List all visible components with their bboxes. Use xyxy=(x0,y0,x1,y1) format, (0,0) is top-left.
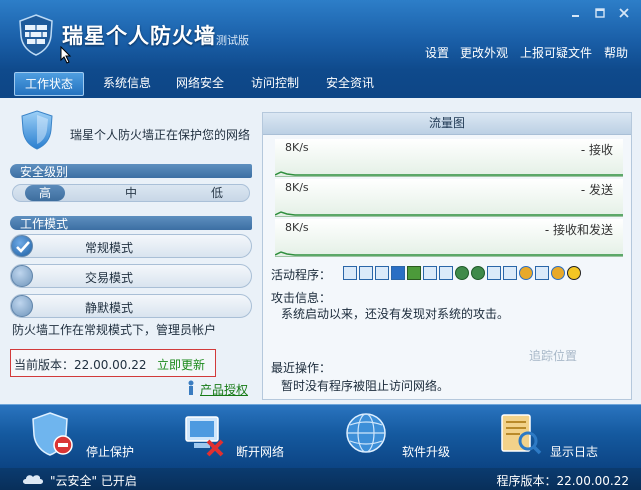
app-title: 瑞星个人防火墙 xyxy=(62,24,216,48)
minimize-icon[interactable] xyxy=(569,6,583,20)
brick-shield-logo-icon xyxy=(19,14,53,56)
receive-traffic-line xyxy=(275,171,623,176)
header: 瑞星个人防火墙 测试版 设置 更改外观 上报可疑文件 帮助 工作状态 系统信息 … xyxy=(0,0,641,100)
send-traffic-line xyxy=(275,211,623,216)
graph-both: 8K/s - 接收和发送 xyxy=(275,219,623,257)
window-icon[interactable] xyxy=(439,266,453,280)
cloud-icon xyxy=(23,475,43,484)
globe-upgrade-icon xyxy=(346,413,386,453)
graph-receive-label: - 接收 xyxy=(580,143,613,157)
license-icon xyxy=(188,380,194,395)
app-subtitle: 测试版 xyxy=(216,34,249,47)
trace-location-link[interactable]: 追踪位置 xyxy=(529,347,577,364)
protection-shield-icon xyxy=(21,110,53,150)
bottom-toolbar: 停止保护 断开网络 软件升级 显示日志 xyxy=(0,404,641,468)
mode-normal-label: 常规模式 xyxy=(85,241,134,255)
ie-icon[interactable] xyxy=(519,266,533,280)
globe-icon[interactable] xyxy=(471,266,485,280)
menu-settings[interactable]: 设置 xyxy=(425,44,449,61)
show-log-label: 显示日志 xyxy=(550,445,599,459)
stop-protection-button[interactable]: 停止保护 xyxy=(30,411,140,461)
window-icon[interactable] xyxy=(535,266,549,280)
shield-stop-icon xyxy=(32,412,73,456)
graph-receive-rate: 8K/s xyxy=(285,141,309,154)
current-version-text: 当前版本：22.00.00.22 xyxy=(14,358,147,372)
mouse-cursor-icon xyxy=(60,46,72,64)
mode-silent-option[interactable]: 静默模式 xyxy=(10,294,252,318)
maximize-icon[interactable] xyxy=(593,6,607,20)
graph-both-label: - 接收和发送 xyxy=(544,223,613,237)
level-low-button[interactable]: 低 xyxy=(197,185,237,201)
tab-work-status[interactable]: 工作状态 xyxy=(14,72,84,96)
traffic-graph-title: 流量图 xyxy=(263,113,631,135)
software-upgrade-label: 软件升级 xyxy=(402,445,451,459)
version-box: 当前版本：22.00.00.22 立即更新 xyxy=(10,349,216,377)
window-icon[interactable] xyxy=(503,266,517,280)
mode-silent-label: 静默模式 xyxy=(85,301,134,315)
log-icon xyxy=(501,414,542,455)
tab-network-security[interactable]: 网络安全 xyxy=(165,72,235,96)
menu-help[interactable]: 帮助 xyxy=(604,44,628,61)
menu-change-skin[interactable]: 更改外观 xyxy=(460,44,508,61)
network-disconnect-icon xyxy=(185,416,224,457)
radio-checked-icon xyxy=(11,235,33,257)
mode-trade-label: 交易模式 xyxy=(85,271,134,285)
ie-icon[interactable] xyxy=(551,266,565,280)
mode-trade-option[interactable]: 交易模式 xyxy=(10,264,252,288)
security-level-selector: 高 中 低 xyxy=(12,184,250,202)
status-bar: "云安全" 已开启 程序版本：22.00.00.22 xyxy=(0,468,641,490)
recent-operations-label: 最近操作： xyxy=(271,361,332,375)
graph-send-rate: 8K/s xyxy=(285,181,309,194)
radio-unchecked-icon xyxy=(11,265,33,287)
cloud-security-status: "云安全" 已开启 xyxy=(50,474,137,488)
show-log-button[interactable]: 显示日志 xyxy=(498,411,618,461)
graph-both-rate: 8K/s xyxy=(285,221,309,234)
mode-description: 防火墙工作在常规模式下，管理员帐户 xyxy=(12,323,217,337)
left-panel: 瑞星个人防火墙正在保护您的网络 安全级别 高 中 低 工作模式 常规模式 交易模… xyxy=(8,106,256,402)
firewall-window: 瑞星个人防火墙 测试版 设置 更改外观 上报可疑文件 帮助 工作状态 系统信息 … xyxy=(0,0,641,490)
recent-operations-text: 暂时没有程序被阻止访问网络。 xyxy=(281,379,450,393)
mode-normal-option[interactable]: 常规模式 xyxy=(10,234,252,258)
graph-send-label: - 发送 xyxy=(580,183,613,197)
work-mode-header: 工作模式 xyxy=(10,216,252,231)
attack-info-text: 系统启动以来，还没有发现对系统的攻击。 xyxy=(281,307,510,321)
work-mode-label: 工作模式 xyxy=(20,217,69,231)
level-high-button[interactable]: 高 xyxy=(25,185,65,201)
disconnect-network-label: 断开网络 xyxy=(236,445,285,459)
tab-access-control[interactable]: 访问控制 xyxy=(240,72,310,96)
window-icon[interactable] xyxy=(359,266,373,280)
radio-unchecked-icon xyxy=(11,295,33,317)
disconnect-network-button[interactable]: 断开网络 xyxy=(182,411,302,461)
tab-security-news[interactable]: 安全资讯 xyxy=(315,72,385,96)
both-traffic-line xyxy=(275,251,623,256)
globe-icon[interactable] xyxy=(455,266,469,280)
app-icon[interactable] xyxy=(407,266,421,280)
main-content: 瑞星个人防火墙正在保护您的网络 安全级别 高 中 低 工作模式 常规模式 交易模… xyxy=(0,98,641,404)
qq-icon[interactable] xyxy=(567,266,581,280)
tab-system-info[interactable]: 系统信息 xyxy=(92,72,162,96)
program-version-text: 程序版本：22.00.00.22 xyxy=(496,474,629,488)
software-upgrade-button[interactable]: 软件升级 xyxy=(344,411,464,461)
close-icon[interactable] xyxy=(617,6,631,20)
graph-send: 8K/s - 发送 xyxy=(275,179,623,217)
window-icon[interactable] xyxy=(487,266,501,280)
ie-icon[interactable] xyxy=(391,266,405,280)
stop-protection-label: 停止保护 xyxy=(86,445,135,459)
protection-status-text: 瑞星个人防火墙正在保护您的网络 xyxy=(70,128,251,142)
attack-info-label: 攻击信息： xyxy=(271,291,332,305)
level-medium-button[interactable]: 中 xyxy=(111,185,151,201)
traffic-panel: 流量图 8K/s - 接收 8K/s - 发送 8K/s - 接收和发送 活动程… xyxy=(262,112,632,400)
update-now-link[interactable]: 立即更新 xyxy=(157,356,205,373)
security-level-header: 安全级别 xyxy=(10,164,252,179)
window-icon[interactable] xyxy=(423,266,437,280)
graph-receive: 8K/s - 接收 xyxy=(275,139,623,177)
window-icon[interactable] xyxy=(375,266,389,280)
window-icon[interactable] xyxy=(343,266,357,280)
security-level-label: 安全级别 xyxy=(20,165,69,179)
active-programs-label: 活动程序： xyxy=(271,268,332,282)
product-license-link[interactable]: 产品授权 xyxy=(200,381,248,398)
menu-report-suspicious[interactable]: 上报可疑文件 xyxy=(520,44,592,61)
